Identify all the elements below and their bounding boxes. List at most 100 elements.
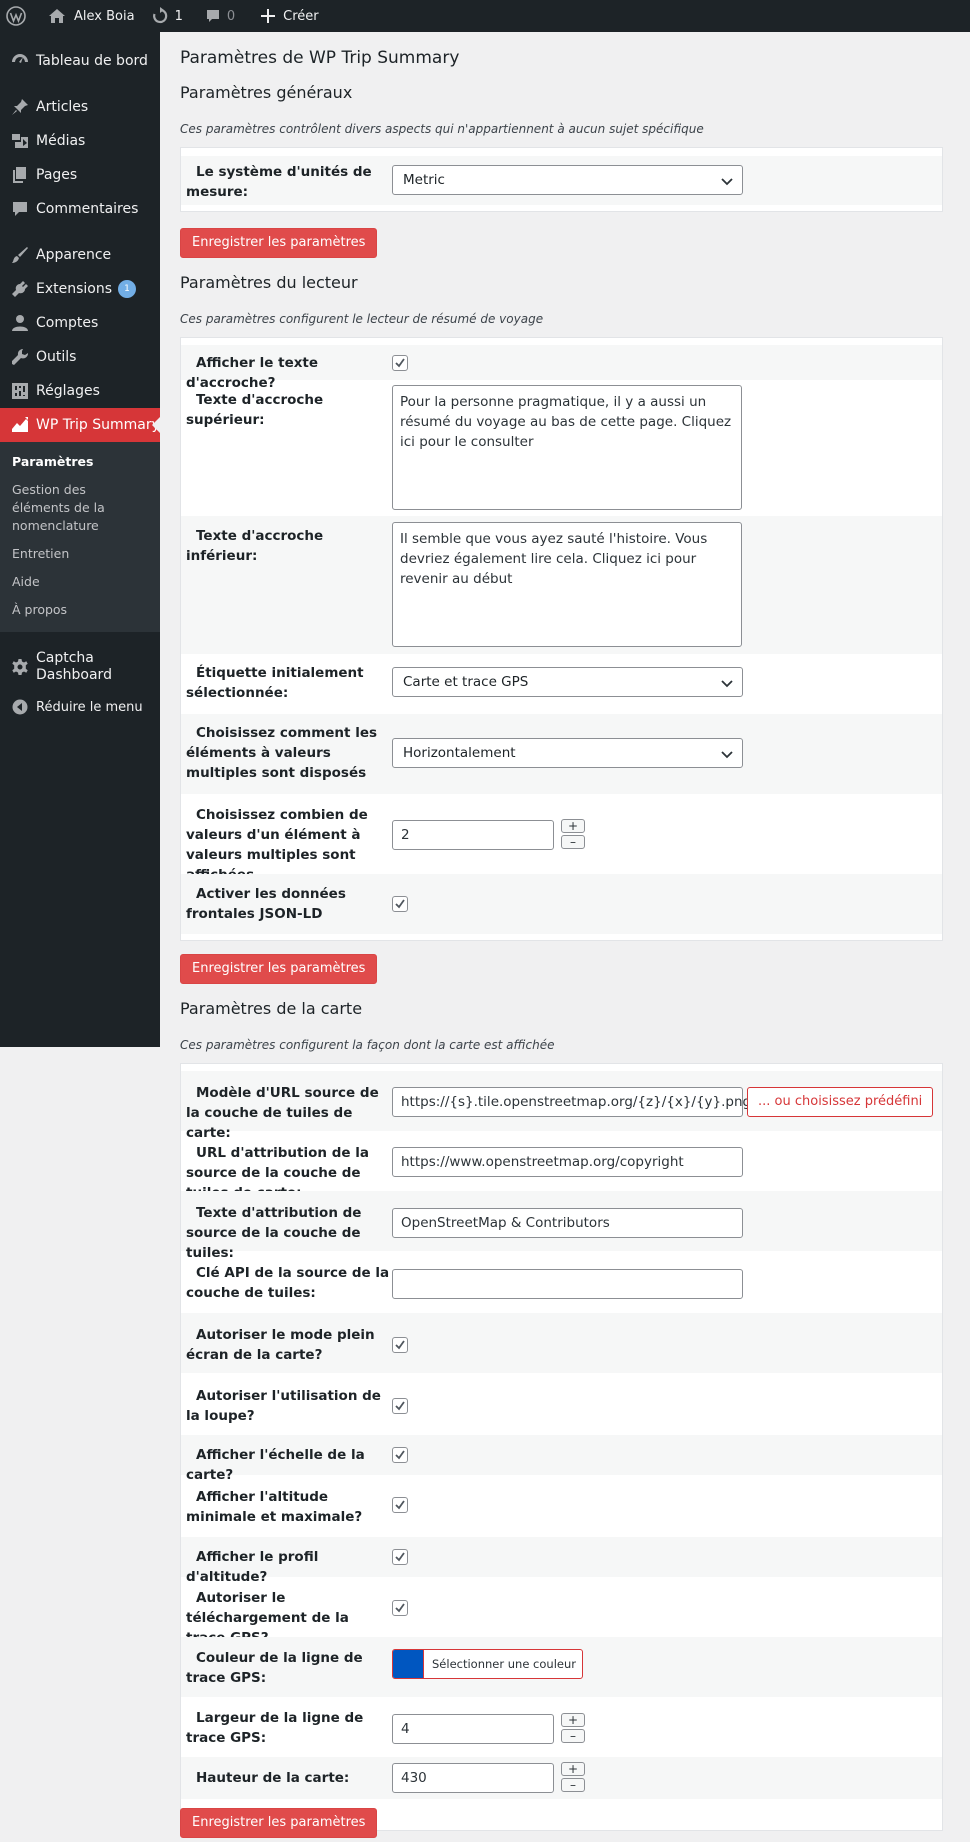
dashboard-icon [10, 51, 30, 71]
general-settings-description: Ces paramètres contrôlent divers aspects… [180, 122, 704, 136]
sidebar-item-articles[interactable]: Articles [0, 90, 160, 124]
sidebar-item-label: Captcha Dashboard [36, 650, 112, 683]
save-map-button[interactable]: Enregistrer les paramètres [180, 1808, 378, 1838]
general-settings-panel: Le système d'unités de mesure: Metric [180, 147, 943, 212]
initial-tab-select[interactable]: Carte et trace GPS [392, 667, 743, 697]
sidebar-item-label: WP Trip Summary [36, 417, 160, 433]
attribution-url-input[interactable]: https://www.openstreetmap.org/copyright [392, 1147, 743, 1177]
magnifier-checkbox[interactable] [392, 1398, 408, 1414]
increment-button[interactable]: + [561, 1713, 585, 1727]
checkmark-icon [395, 358, 405, 368]
predefined-tile-button[interactable]: ... ou choisissez prédéfini [747, 1087, 934, 1117]
top-teaser-label: Texte d'accroche supérieur: [186, 392, 324, 428]
checkmark-icon [395, 1552, 405, 1562]
sidebar-item-tools[interactable]: Outils [0, 340, 160, 374]
home-icon [48, 8, 66, 24]
checkmark-icon [395, 1401, 405, 1411]
submenu-item-nomenclature[interactable]: Gestion des éléments de la nomenclature [0, 476, 150, 540]
new-content-link[interactable]: Créer [243, 0, 326, 32]
sidebar-item-dashboard[interactable]: Tableau de bord [0, 44, 160, 78]
bottom-teaser-label: Texte d'accroche inférieur: [186, 528, 324, 564]
sidebar-item-label: Réglages [36, 383, 100, 399]
initial-tab-row: Étiquette initialement sélectionnée: Car… [181, 654, 942, 714]
site-name: Alex Boia [74, 8, 135, 24]
sidebar-item-label: Comptes [36, 315, 99, 331]
line-width-input[interactable]: 4 [392, 1714, 554, 1744]
bottom-teaser-textarea[interactable]: Il semble que vous ayez sauté l'histoire… [392, 522, 742, 647]
checkmark-icon [395, 1340, 405, 1350]
sidebar-item-accounts[interactable]: Comptes [0, 306, 160, 340]
min-max-altitude-checkbox[interactable] [392, 1497, 408, 1513]
submenu-item-maintenance[interactable]: Entretien [0, 540, 160, 568]
viewer-settings-description: Ces paramètres configurent le lecteur de… [180, 312, 544, 326]
submenu-item-settings[interactable]: Paramètres [0, 448, 160, 476]
save-viewer-button[interactable]: Enregistrer les paramètres [180, 954, 378, 984]
increment-button[interactable]: + [561, 1762, 585, 1776]
wrench-icon [10, 347, 30, 367]
settings-icon [10, 381, 30, 401]
jsonld-label: Activer les données frontales JSON-LD [186, 886, 346, 922]
sidebar-item-extensions[interactable]: Extensions 1 [0, 272, 160, 306]
sidebar-item-wp-trip-summary[interactable]: WP Trip Summary [0, 408, 160, 442]
unit-system-row: Le système d'unités de mesure: Metric [181, 156, 942, 205]
map-height-stepper: + – [561, 1762, 585, 1792]
wordpress-logo-icon[interactable] [0, 0, 34, 32]
initial-tab-label: Étiquette initialement sélectionnée: [186, 665, 364, 701]
submenu-item-help[interactable]: Aide [0, 568, 160, 596]
sidebar-item-appearance[interactable]: Apparence [0, 238, 160, 272]
magnifier-label: Autoriser l'utilisation de la loupe? [186, 1388, 381, 1424]
jsonld-checkbox[interactable] [392, 896, 408, 912]
sidebar-item-media[interactable]: Médias [0, 124, 160, 158]
show-teaser-row: Afficher le texte d'accroche? [181, 345, 942, 391]
comments-link[interactable]: 0 [191, 0, 243, 32]
save-general-button[interactable]: Enregistrer les paramètres [180, 228, 378, 258]
site-name-link[interactable]: Alex Boia [34, 0, 143, 32]
api-key-input[interactable] [392, 1269, 743, 1299]
select-color-label: Sélectionner une couleur [423, 1650, 582, 1678]
submenu-item-about[interactable]: À propos [0, 596, 160, 624]
value-count-stepper: + – [561, 819, 585, 849]
line-color-picker[interactable]: Sélectionner une couleur [392, 1649, 583, 1679]
media-icon [10, 131, 30, 151]
show-teaser-checkbox[interactable] [392, 355, 408, 371]
chevron-down-icon [721, 178, 733, 186]
track-download-checkbox[interactable] [392, 1600, 408, 1616]
decrement-button[interactable]: – [561, 1778, 585, 1792]
min-max-altitude-label: Afficher l'altitude minimale et maximale… [186, 1489, 363, 1525]
sidebar-item-captcha[interactable]: Captcha Dashboard [0, 644, 160, 690]
checkmark-icon [395, 1500, 405, 1510]
value-count-input[interactable]: 2 [392, 820, 554, 850]
comment-icon [205, 8, 221, 24]
sidebar-item-settings[interactable]: Réglages [0, 374, 160, 408]
decrement-button[interactable]: – [561, 1729, 585, 1743]
tile-url-input[interactable]: https://{s}.tile.openstreetmap.org/{z}/{… [392, 1087, 751, 1117]
layout-select[interactable]: Horizontalement [392, 738, 743, 768]
user-icon [10, 313, 30, 333]
page-title: Paramètres de WP Trip Summary [180, 48, 460, 68]
top-teaser-row: Texte d'accroche supérieur: Pour la pers… [181, 380, 942, 516]
sidebar-item-comments[interactable]: Commentaires [0, 192, 160, 226]
decrement-button[interactable]: – [561, 835, 585, 849]
pin-icon [10, 97, 30, 117]
general-settings-heading: Paramètres généraux [180, 83, 353, 102]
updates-link[interactable]: 1 [143, 0, 191, 32]
api-key-row: Clé API de la source de la couche de tui… [181, 1251, 942, 1313]
attribution-text-input[interactable]: OpenStreetMap & Contributors [392, 1208, 743, 1238]
sidebar-item-label: Commentaires [36, 201, 139, 217]
scale-checkbox[interactable] [392, 1447, 408, 1463]
altitude-profile-checkbox[interactable] [392, 1549, 408, 1565]
sidebar-item-pages[interactable]: Pages [0, 158, 160, 192]
updates-count: 1 [174, 8, 183, 24]
collapse-menu-button[interactable]: Réduire le menu [0, 690, 160, 724]
increment-button[interactable]: + [561, 819, 585, 833]
line-width-stepper: + – [561, 1713, 585, 1743]
map-settings-panel: Modèle d'URL source de la couche de tuil… [180, 1063, 943, 1831]
map-height-input[interactable]: 430 [392, 1763, 554, 1793]
map-settings-description: Ces paramètres configurent la façon dont… [180, 1038, 555, 1052]
top-teaser-textarea[interactable]: Pour la personne pragmatique, il y a aus… [392, 385, 742, 510]
checkmark-icon [395, 1603, 405, 1613]
unit-system-select[interactable]: Metric [392, 165, 743, 195]
fullscreen-checkbox[interactable] [392, 1337, 408, 1353]
chevron-down-icon [721, 680, 733, 688]
plugin-icon [10, 279, 30, 299]
